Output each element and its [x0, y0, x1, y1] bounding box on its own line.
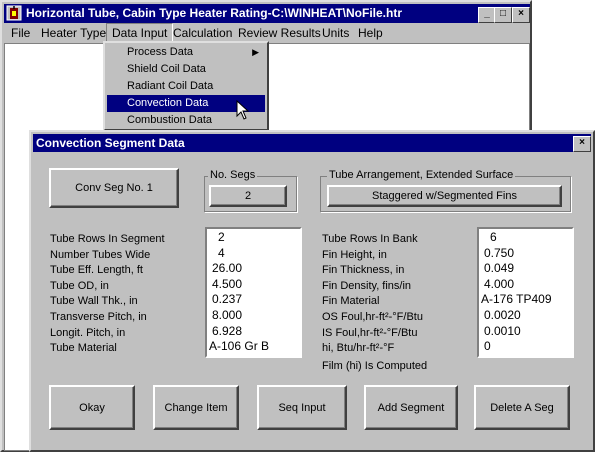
change-item-button[interactable]: Change Item [153, 385, 239, 430]
menu-item-shield-coil-data[interactable]: Shield Coil Data [107, 61, 265, 78]
label-os-foul: OS Foul,hr-ft²-°F/Btu [322, 311, 423, 323]
menu-units[interactable]: Units [317, 23, 354, 43]
maximize-button[interactable]: □ [494, 7, 512, 23]
value-tube-od: 4.500 [212, 277, 243, 291]
label-tube-rows-in-segment: Tube Rows In Segment [50, 233, 165, 245]
label-transverse-pitch: Transverse Pitch, in [50, 311, 147, 323]
value-hi: 0 [484, 339, 491, 353]
value-tube-rows-in-bank: 6 [490, 230, 497, 244]
value-os-foul: 0.0020 [484, 308, 521, 322]
dialog-title: Convection Segment Data [36, 136, 185, 150]
value-tube-rows-in-segment: 2 [218, 230, 225, 244]
menu-calculation[interactable]: Calculation [168, 23, 237, 43]
mouse-pointer-icon [236, 100, 250, 120]
label-fin-material: Fin Material [322, 295, 380, 307]
label-tube-eff-length: Tube Eff. Length, ft [50, 264, 143, 276]
label-film-computed: Film (hi) Is Computed [322, 360, 428, 372]
menu-bar: File Heater Type Data Input Calculation … [4, 23, 530, 45]
value-transverse-pitch: 8.000 [212, 308, 243, 322]
label-hi: hi, Btu/hr-ft²-°F [322, 342, 395, 354]
add-segment-button[interactable]: Add Segment [364, 385, 458, 430]
menu-review-results[interactable]: Review Results [233, 23, 326, 43]
value-fin-material: A-176 TP409 [481, 292, 552, 306]
no-segs-label: No. Segs [208, 169, 258, 181]
label-is-foul: IS Foul,hr-ft²-°F/Btu [322, 327, 418, 339]
value-number-tubes-wide: 4 [218, 246, 225, 260]
label-tube-od: Tube OD, in [50, 280, 109, 292]
no-segs-button[interactable]: 2 [209, 185, 287, 207]
no-segs-group: No. Segs 2 [204, 169, 297, 212]
seq-input-button[interactable]: Seq Input [257, 385, 347, 430]
label-tube-wall-thk: Tube Wall Thk., in [50, 295, 138, 307]
menu-item-process-data[interactable]: Process Data ▶ [107, 44, 265, 61]
right-values-list[interactable]: 6 0.750 0.049 4.000 A-176 TP409 0.0020 0… [477, 227, 574, 358]
left-values-list[interactable]: 2 4 26.00 4.500 0.237 8.000 6.928 A-106 … [205, 227, 302, 358]
label-tube-material: Tube Material [50, 342, 117, 354]
tube-arrangement-button[interactable]: Staggered w/Segmented Fins [327, 185, 562, 207]
label-fin-thickness: Fin Thickness, in [322, 264, 405, 276]
value-tube-material: A-106 Gr B [209, 339, 270, 353]
menu-heater-type[interactable]: Heater Type [36, 23, 111, 43]
tube-arrangement-group: Tube Arrangement, Extended Surface Stagg… [320, 169, 571, 212]
dialog-title-bar[interactable]: Convection Segment Data × [33, 134, 591, 152]
value-fin-height: 0.750 [484, 246, 515, 260]
label-longit-pitch: Longit. Pitch, in [50, 327, 126, 339]
submenu-arrow-icon: ▶ [252, 47, 259, 57]
okay-button[interactable]: Okay [49, 385, 135, 430]
label-fin-height: Fin Height, in [322, 249, 387, 261]
dialog-close-button[interactable]: × [573, 136, 591, 152]
value-is-foul: 0.0010 [484, 324, 521, 338]
label-number-tubes-wide: Number Tubes Wide [50, 249, 151, 261]
close-button[interactable]: × [512, 7, 530, 23]
value-fin-thickness: 0.049 [484, 261, 515, 275]
menu-item-radiant-coil-data[interactable]: Radiant Coil Data [107, 78, 265, 95]
tube-arrangement-label: Tube Arrangement, Extended Surface [327, 169, 516, 181]
value-longit-pitch: 6.928 [212, 324, 243, 338]
convection-segment-dialog: Convection Segment Data × Conv Seg No. 1… [29, 130, 595, 452]
menu-help[interactable]: Help [353, 23, 388, 43]
heater-app-icon [6, 5, 22, 21]
label-tube-rows-in-bank: Tube Rows In Bank [322, 233, 418, 245]
menu-file[interactable]: File [6, 23, 35, 43]
main-window-title: Horizontal Tube, Cabin Type Heater Ratin… [26, 6, 403, 20]
value-tube-eff-length: 26.00 [212, 261, 243, 275]
label-fin-density: Fin Density, fins/in [322, 280, 412, 292]
main-title-bar[interactable]: Horizontal Tube, Cabin Type Heater Ratin… [4, 4, 530, 23]
value-fin-density: 4.000 [484, 277, 515, 291]
value-tube-wall-thk: 0.237 [212, 292, 243, 306]
delete-seg-button[interactable]: Delete A Seg [474, 385, 570, 430]
conv-seg-button[interactable]: Conv Seg No. 1 [49, 168, 179, 208]
